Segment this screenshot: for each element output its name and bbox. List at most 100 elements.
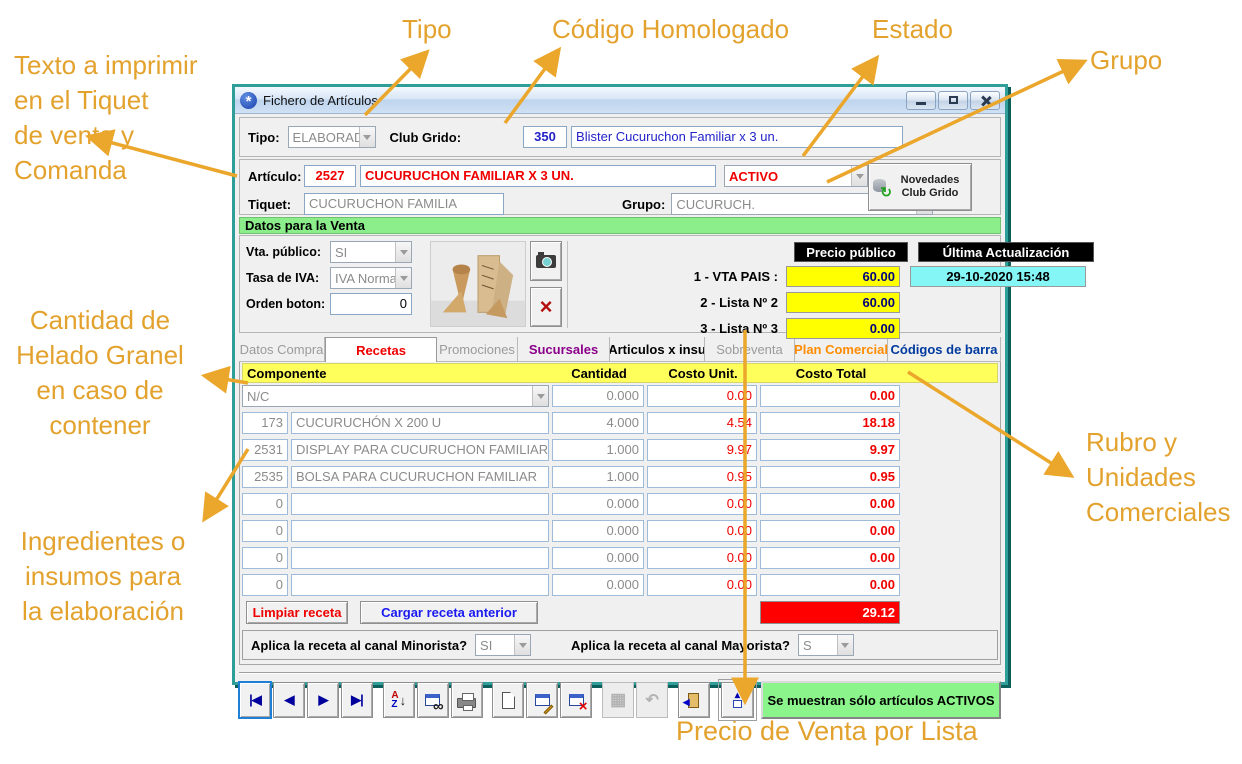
sort-button[interactable]: AZ ↓ <box>383 682 415 718</box>
nav-last-button[interactable]: ▶| <box>341 682 373 718</box>
edit-record-button[interactable] <box>526 682 558 718</box>
costo-unit-cell[interactable]: 0.00 <box>647 574 757 596</box>
cantidad-cell[interactable]: 0.000 <box>552 385 644 407</box>
photo-delete-button[interactable]: × <box>530 287 562 327</box>
ultima-actualizacion-header: Última Actualización <box>918 242 1094 262</box>
cantidad-cell[interactable]: 0.000 <box>552 520 644 542</box>
printer-icon <box>457 698 476 708</box>
costo-total-cell[interactable]: 0.00 <box>760 520 900 542</box>
minimize-button[interactable] <box>906 91 936 110</box>
chevron-down-icon[interactable] <box>359 127 375 147</box>
chevron-down-icon[interactable] <box>837 635 853 655</box>
componente-cell[interactable]: BOLSA PARA CUCURUCHON FAMILIAR <box>291 466 549 488</box>
cantidad-cell[interactable]: 1.000 <box>552 466 644 488</box>
codigo-cell[interactable]: 0, <box>242 574 288 596</box>
window-titlebar[interactable]: * Fichero de Artículos <box>235 87 1005 114</box>
chevron-down-icon[interactable] <box>851 166 867 186</box>
costo-total-cell[interactable]: 0.00 <box>760 547 900 569</box>
recipe-table-header: Componente Cantidad Costo Unit. Costo To… <box>242 363 998 383</box>
tab-recetas[interactable]: Recetas <box>325 337 437 362</box>
orden-boton-field[interactable]: 0 <box>330 293 412 315</box>
tab-promociones[interactable]: Promociones <box>437 337 518 362</box>
close-button[interactable] <box>970 91 1000 110</box>
limpiar-receta-button[interactable]: Limpiar receta <box>246 601 348 624</box>
tab-plan-comercial[interactable]: Plan Comercial <box>795 337 888 362</box>
cantidad-cell[interactable]: 1.000 <box>552 439 644 461</box>
estado-select[interactable]: ACTIVO <box>724 165 868 187</box>
costo-unit-cell[interactable]: 0.00 <box>647 547 757 569</box>
componente-select[interactable]: N/C <box>242 385 549 407</box>
recipe-rows: N/C 0.000 0.00 0.00 173, CUCURUCHÓN X 20… <box>242 385 903 598</box>
componente-cell[interactable] <box>291 520 549 542</box>
nav-next-button[interactable]: ▶ <box>307 682 339 718</box>
tab-codigos-de-barra[interactable]: Códigos de barra <box>888 337 1001 362</box>
componente-cell[interactable] <box>291 547 549 569</box>
exit-button[interactable]: ◂ <box>678 682 710 718</box>
costo-total-cell[interactable]: 0.00 <box>760 385 900 407</box>
cantidad-cell[interactable]: 0.000 <box>552 574 644 596</box>
tab-datos-compra[interactable]: Datos Compra <box>239 337 325 362</box>
minorista-select[interactable]: SI <box>475 634 531 656</box>
costo-total-cell[interactable]: 0.00 <box>760 493 900 515</box>
tab-articulos-x-insumo[interactable]: Articulos x insu <box>610 337 705 362</box>
vta-publico-select[interactable]: SI <box>330 241 412 263</box>
costo-unit-cell[interactable]: 0.00 <box>647 493 757 515</box>
componente-cell[interactable]: CUCURUCHÓN X 200 U <box>291 412 549 434</box>
tipo-select[interactable]: ELABORADO <box>288 126 376 148</box>
delete-record-button[interactable]: × <box>560 682 592 718</box>
chevron-down-icon[interactable] <box>532 386 548 406</box>
cantidad-cell[interactable]: 0.000 <box>552 493 644 515</box>
print-button[interactable] <box>451 682 483 718</box>
new-record-button[interactable] <box>492 682 524 718</box>
tasa-iva-select[interactable]: IVA Normal <box>330 267 412 289</box>
codigo-cell[interactable]: 173, <box>242 412 288 434</box>
codigo-cell[interactable]: 0, <box>242 547 288 569</box>
articulo-name-field[interactable]: CUCURUCHON FAMILIAR X 3 UN. <box>360 165 716 187</box>
tab-sobreventa[interactable]: Sobreventa <box>705 337 795 362</box>
nav-prev-button[interactable]: ◀ <box>273 682 305 718</box>
codigo-cell[interactable]: 2531, <box>242 439 288 461</box>
photo-camera-button[interactable] <box>530 241 562 281</box>
maximize-icon <box>949 96 958 104</box>
price-value-field[interactable]: 60.00 <box>786 266 900 287</box>
search-button[interactable]: ∞ <box>417 682 449 718</box>
price-value-field[interactable]: 0.00 <box>786 318 900 339</box>
costo-unit-cell[interactable]: 0.00 <box>647 385 757 407</box>
componente-cell[interactable]: DISPLAY PARA CUCURUCHON FAMILIAR <box>291 439 549 461</box>
novedades-club-grido-button[interactable]: ↻ Novedades Club Grido <box>868 163 972 211</box>
tab-sucursales[interactable]: Sucursales <box>518 337 610 362</box>
articulo-code-field[interactable]: 2527 <box>304 165 356 187</box>
club-grido-code-field[interactable]: 350 <box>523 126 567 148</box>
costo-unit-cell[interactable]: 0.95 <box>647 466 757 488</box>
sort-az-icon: AZ <box>391 691 398 709</box>
club-grido-desc-field[interactable]: Blister Cucuruchon Familiar x 3 un. <box>571 126 903 148</box>
componente-cell[interactable] <box>291 574 549 596</box>
screenshot-canvas: Tipo Código Homologado Estado Grupo Text… <box>0 0 1242 764</box>
codigo-cell[interactable]: 0, <box>242 520 288 542</box>
cantidad-cell[interactable]: 4.000 <box>552 412 644 434</box>
chevron-down-icon[interactable] <box>395 242 411 262</box>
costo-total-cell[interactable]: 18.18 <box>760 412 900 434</box>
price-label: 2 - Lista Nº 2 <box>568 295 786 310</box>
costo-unit-cell[interactable]: 0.00 <box>647 520 757 542</box>
componente-cell[interactable] <box>291 493 549 515</box>
price-value-field[interactable]: 60.00 <box>786 292 900 313</box>
costo-unit-cell[interactable]: 9.97 <box>647 439 757 461</box>
chevron-down-icon[interactable] <box>395 268 411 288</box>
cargar-receta-button[interactable]: Cargar receta anterior <box>360 601 538 624</box>
minorista-value: SI <box>476 638 514 653</box>
maximize-button[interactable] <box>938 91 968 110</box>
costo-total-cell[interactable]: 0.00 <box>760 574 900 596</box>
chevron-down-icon[interactable] <box>514 635 530 655</box>
status-activos-banner[interactable]: Se muestran sólo artículos ACTIVOS <box>761 681 1001 719</box>
costo-total-cell[interactable]: 9.97 <box>760 439 900 461</box>
cantidad-cell[interactable]: 0.000 <box>552 547 644 569</box>
hierarchy-button[interactable]: ▴ <box>721 682 754 718</box>
codigo-cell[interactable]: 2535, <box>242 466 288 488</box>
codigo-cell[interactable]: 0, <box>242 493 288 515</box>
mayorista-select[interactable]: S <box>798 634 854 656</box>
costo-unit-cell[interactable]: 4.54 <box>647 412 757 434</box>
tiquet-field[interactable]: CUCURUCHON FAMILIA <box>304 193 504 215</box>
costo-total-cell[interactable]: 0.95 <box>760 466 900 488</box>
nav-first-button[interactable]: |◀ <box>239 682 271 718</box>
